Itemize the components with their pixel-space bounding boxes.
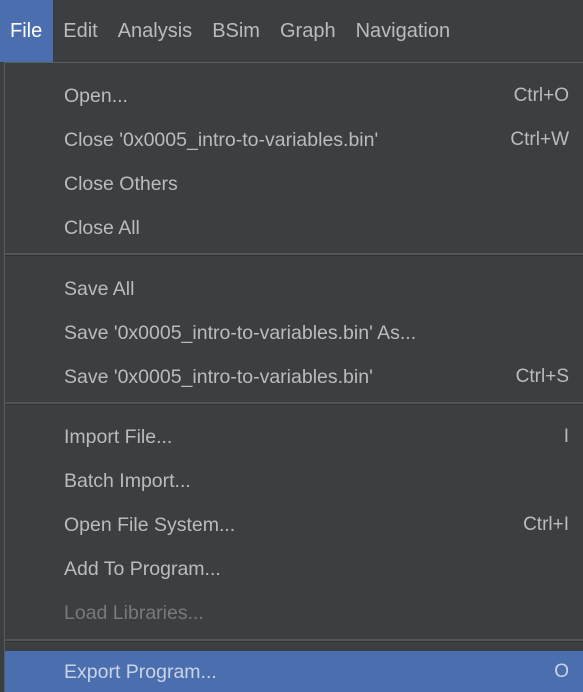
menu-separator (5, 253, 583, 256)
menu-item-add-to-program[interactable]: Add To Program... (5, 547, 583, 591)
menu-file[interactable]: File (0, 0, 54, 62)
menu-item-shortcut: Ctrl+S (515, 366, 569, 387)
menu-item-label: Add To Program... (64, 557, 221, 580)
menu-item-shortcut: Ctrl+W (510, 129, 569, 150)
menubar: File Edit Analysis BSim Graph Navigation (0, 0, 583, 62)
menu-item-open-file-system[interactable]: Open File System... Ctrl+I (5, 503, 583, 547)
menu-item-save[interactable]: Save '0x0005_intro-to-variables.bin' Ctr… (5, 355, 583, 399)
menu-item-label: Close All (64, 216, 140, 239)
menu-separator (5, 639, 583, 642)
menu-item-label: Open File System... (64, 513, 236, 536)
menu-item-close-others[interactable]: Close Others (5, 162, 583, 206)
menu-bsim[interactable]: BSim (202, 0, 270, 62)
menu-item-shortcut: I (563, 426, 569, 447)
menu-item-label: Export Program... (64, 660, 217, 683)
app-window: File Edit Analysis BSim Graph Navigation… (0, 0, 583, 692)
menu-separator (5, 402, 583, 405)
file-menu-dropdown: Open... Ctrl+O Close '0x0005_intro-to-va… (4, 62, 583, 692)
menu-item-label: Batch Import... (64, 469, 191, 492)
menu-item-label: Open... (64, 84, 128, 107)
menu-item-open[interactable]: Open... Ctrl+O (5, 74, 583, 118)
menu-item-load-libraries: Load Libraries... (5, 591, 583, 635)
menu-item-shortcut: Ctrl+I (523, 514, 569, 535)
menu-item-label: Load Libraries... (64, 601, 204, 624)
menu-graph[interactable]: Graph (270, 0, 346, 62)
menu-analysis[interactable]: Analysis (108, 0, 202, 62)
menu-item-label: Import File... (64, 425, 173, 448)
menu-item-label: Close Others (64, 172, 178, 195)
menu-item-save-as[interactable]: Save '0x0005_intro-to-variables.bin' As.… (5, 311, 583, 355)
menu-item-batch-import[interactable]: Batch Import... (5, 459, 583, 503)
menu-item-shortcut: Ctrl+O (513, 85, 569, 106)
menu-item-label: Save All (64, 277, 135, 300)
menu-item-close-all[interactable]: Close All (5, 206, 583, 250)
menu-item-save-all[interactable]: Save All (5, 267, 583, 311)
menu-item-label: Save '0x0005_intro-to-variables.bin' (64, 365, 373, 388)
menu-item-export-program[interactable]: Export Program... O (5, 651, 583, 692)
menu-item-label: Close '0x0005_intro-to-variables.bin' (64, 128, 379, 151)
menu-edit[interactable]: Edit (53, 0, 107, 62)
menu-item-import-file[interactable]: Import File... I (5, 415, 583, 459)
menu-navigation[interactable]: Navigation (346, 0, 461, 62)
menu-item-label: Save '0x0005_intro-to-variables.bin' As.… (64, 321, 417, 344)
menu-item-shortcut: O (554, 661, 569, 682)
menu-item-close[interactable]: Close '0x0005_intro-to-variables.bin' Ct… (5, 118, 583, 162)
